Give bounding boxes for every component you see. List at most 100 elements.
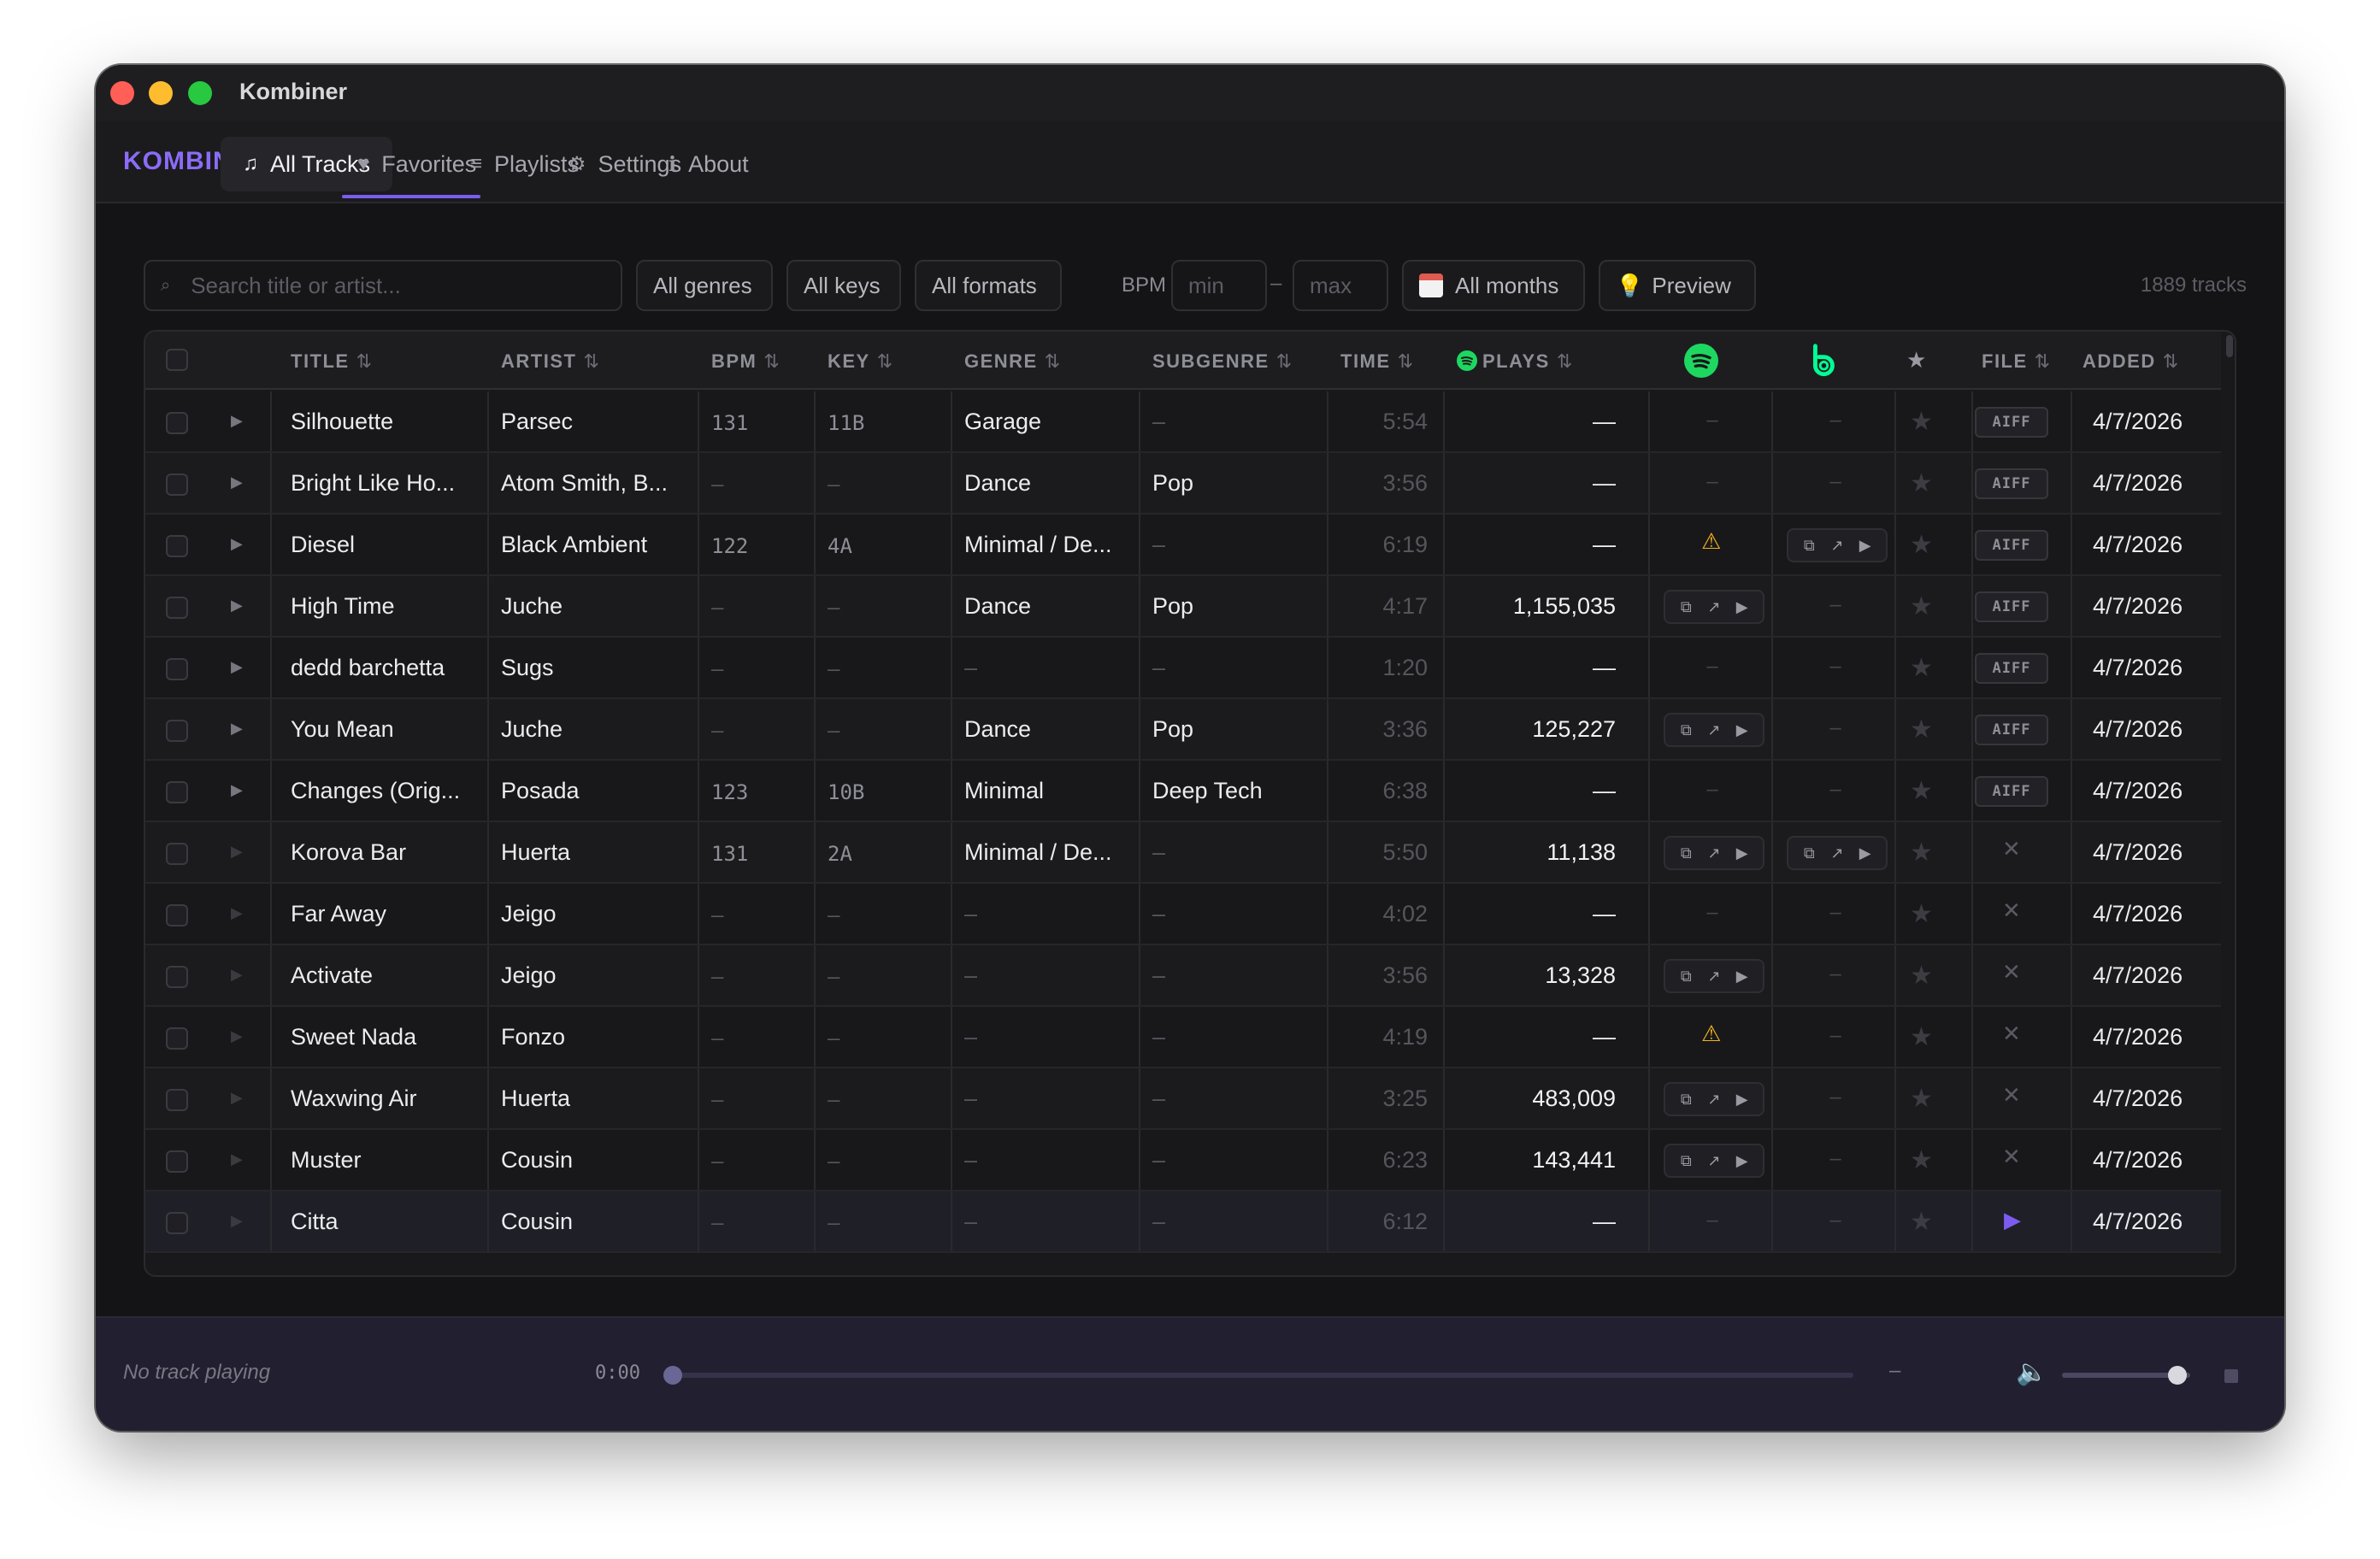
favorite-star-icon[interactable]: ★ <box>1910 899 1933 929</box>
favorite-star-icon[interactable]: ★ <box>1910 776 1933 806</box>
table-row[interactable]: ▶ Muster Cousin – – – – 6:23 143,441 ⧉ ↗ ▶ – ★ ✕ 4/7… <box>145 1130 2221 1191</box>
col-title-header[interactable]: TITLE ⇅ <box>291 350 374 373</box>
play-icon[interactable]: ▶ <box>1730 598 1754 616</box>
bpm-max-input[interactable]: max <box>1293 260 1388 311</box>
table-row[interactable]: ▶ Citta Cousin – – – – 6:12 — – – ★ ▶ 4/7/2026 <box>145 1191 2221 1253</box>
row-play-button[interactable]: ▶ <box>231 843 243 861</box>
external-link-icon[interactable]: ↗ <box>1702 1152 1726 1170</box>
preview-button[interactable]: 💡 Preview <box>1599 260 1756 311</box>
favorite-star-icon[interactable]: ★ <box>1910 838 1933 868</box>
copy-icon[interactable]: ⧉ <box>1674 968 1698 985</box>
play-icon[interactable]: ▶ <box>1730 1091 1754 1109</box>
favorite-star-icon[interactable]: ★ <box>1910 591 1933 621</box>
external-link-icon[interactable]: ↗ <box>1825 537 1849 555</box>
favorite-star-icon[interactable]: ★ <box>1910 407 1933 437</box>
favorite-star-icon[interactable]: ★ <box>1910 1207 1933 1237</box>
row-play-button[interactable]: ▶ <box>231 1212 243 1230</box>
favorite-star-icon[interactable]: ★ <box>1910 1084 1933 1114</box>
col-bpm-header[interactable]: BPM ⇅ <box>711 350 781 373</box>
play-icon[interactable]: ▶ <box>1853 537 1877 555</box>
favorite-star-icon[interactable]: ★ <box>1910 530 1933 560</box>
external-link-icon[interactable]: ↗ <box>1702 598 1726 616</box>
select-all-checkbox[interactable] <box>166 349 188 371</box>
row-play-button[interactable]: ▶ <box>231 412 243 430</box>
table-row[interactable]: ▶ Far Away Jeigo – – – – 4:02 — – – ★ ✕ 4/7/2026 <box>145 884 2221 945</box>
row-play-button[interactable]: ▶ <box>231 966 243 984</box>
row-play-button[interactable]: ▶ <box>231 781 243 799</box>
col-added-header[interactable]: ADDED ⇅ <box>2082 350 2180 373</box>
play-icon[interactable]: ▶ <box>1730 968 1754 985</box>
row-checkbox[interactable] <box>166 474 188 496</box>
table-row[interactable]: ▶ You Mean Juche – – Dance Pop 3:36 125,227 ⧉ ↗ … <box>145 699 2221 761</box>
table-row[interactable]: ▶ Waxwing Air Huerta – – – – 3:25 483,009 ⧉ ↗ ▶ –… <box>145 1068 2221 1130</box>
copy-icon[interactable]: ⧉ <box>1797 844 1821 862</box>
col-artist-header[interactable]: ARTIST ⇅ <box>501 350 600 373</box>
col-plays-header[interactable]: PLAYS ⇅ <box>1457 350 1574 373</box>
col-subgenre-header[interactable]: SUBGENRE ⇅ <box>1152 350 1293 373</box>
copy-icon[interactable]: ⧉ <box>1797 537 1821 555</box>
row-checkbox[interactable] <box>166 1212 188 1234</box>
copy-icon[interactable]: ⧉ <box>1674 1091 1698 1109</box>
table-row[interactable]: ▶ Changes (Orig... Posada 123 10B Minimal Deep… <box>145 761 2221 822</box>
copy-icon[interactable]: ⧉ <box>1674 844 1698 862</box>
row-play-button[interactable]: ▶ <box>231 1027 243 1045</box>
row-checkbox[interactable] <box>166 1089 188 1111</box>
table-row[interactable]: ▶ Activate Jeigo – – – – 3:56 13,328 ⧉ ↗ ▶ – ★ ✕ 4/7… <box>145 945 2221 1007</box>
row-play-button[interactable]: ▶ <box>231 597 243 615</box>
row-checkbox[interactable] <box>166 658 188 680</box>
row-play-button[interactable]: ▶ <box>231 1089 243 1107</box>
external-link-icon[interactable]: ↗ <box>1702 844 1726 862</box>
external-link-icon[interactable]: ↗ <box>1702 1091 1726 1109</box>
table-row[interactable]: ▶ Silhouette Parsec 131 11B Garage – 5:54 — – – ★ AI… <box>145 391 2221 453</box>
col-file-header[interactable]: FILE ⇅ <box>1982 350 2052 373</box>
volume-knob[interactable] <box>2168 1366 2187 1385</box>
external-link-icon[interactable]: ↗ <box>1702 721 1726 739</box>
table-row[interactable]: ▶ Sweet Nada Fonzo – – – – 4:19 — ⚠ – ★ ✕ 4/7/2026 <box>145 1007 2221 1068</box>
row-play-button[interactable]: ▶ <box>231 904 243 922</box>
row-checkbox[interactable] <box>166 843 188 865</box>
play-icon[interactable]: ▶ <box>1730 1152 1754 1170</box>
close-window-button[interactable] <box>110 81 134 105</box>
table-row[interactable]: ▶ Diesel Black Ambient 122 4A Minimal / De...… <box>145 515 2221 576</box>
play-icon[interactable]: ▶ <box>1853 844 1877 862</box>
search-input[interactable]: ⌕ Search title or artist... <box>144 260 622 311</box>
copy-icon[interactable]: ⧉ <box>1674 721 1698 739</box>
row-play-button[interactable]: ▶ <box>231 1150 243 1168</box>
key-filter-select[interactable]: All keys <box>786 260 901 311</box>
progress-track[interactable] <box>674 1373 1853 1378</box>
favorite-star-icon[interactable]: ★ <box>1910 1145 1933 1175</box>
row-checkbox[interactable] <box>166 1150 188 1173</box>
external-link-icon[interactable]: ↗ <box>1702 968 1726 985</box>
favorite-star-icon[interactable]: ★ <box>1910 468 1933 498</box>
row-checkbox[interactable] <box>166 966 188 988</box>
row-checkbox[interactable] <box>166 412 188 434</box>
play-icon[interactable]: ▶ <box>1730 721 1754 739</box>
table-row[interactable]: ▶ dedd barchetta Sugs – – – – 1:20 — – – ★ AIFF 4/7/2… <box>145 638 2221 699</box>
row-checkbox[interactable] <box>166 535 188 557</box>
favorite-star-icon[interactable]: ★ <box>1910 653 1933 683</box>
row-play-button[interactable]: ▶ <box>231 535 243 553</box>
col-genre-header[interactable]: GENRE ⇅ <box>964 350 1062 373</box>
copy-icon[interactable]: ⧉ <box>1674 1152 1698 1170</box>
row-play-button[interactable]: ▶ <box>231 474 243 491</box>
file-play-icon[interactable]: ▶ <box>2004 1207 2021 1233</box>
genre-filter-select[interactable]: All genres <box>636 260 773 311</box>
format-filter-select[interactable]: All formats <box>915 260 1062 311</box>
tab-about[interactable]: ℹ About <box>646 137 771 191</box>
progress-knob[interactable] <box>663 1366 682 1385</box>
favorite-star-icon[interactable]: ★ <box>1910 1022 1933 1052</box>
row-checkbox[interactable] <box>166 904 188 927</box>
favorite-star-icon[interactable]: ★ <box>1910 961 1933 991</box>
row-checkbox[interactable] <box>166 781 188 803</box>
bpm-min-input[interactable]: min <box>1171 260 1267 311</box>
zoom-window-button[interactable] <box>188 81 212 105</box>
row-checkbox[interactable] <box>166 720 188 742</box>
copy-icon[interactable]: ⧉ <box>1674 598 1698 616</box>
volume-icon[interactable]: 🔈 <box>2016 1357 2047 1387</box>
minimize-window-button[interactable] <box>149 81 173 105</box>
row-checkbox[interactable] <box>166 597 188 619</box>
table-row[interactable]: ▶ Korova Bar Huerta 131 2A Minimal / De... – 5:… <box>145 822 2221 884</box>
favorite-star-icon[interactable]: ★ <box>1910 715 1933 744</box>
col-key-header[interactable]: KEY ⇅ <box>828 350 894 373</box>
month-filter-select[interactable]: All months <box>1402 260 1585 311</box>
